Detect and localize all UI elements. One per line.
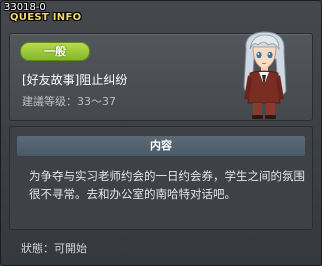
title-bar[interactable]: 33018-0 QUEST INFO — [1, 1, 321, 27]
recommended-level: 建議等级：33～37 — [22, 95, 116, 108]
window-title: QUEST INFO — [10, 12, 82, 23]
category-badge: 一般 — [20, 42, 90, 61]
quest-description: 为争夺与实习老师约会的一日约会券，学生之间的氛围很不寻常。去和办公室的南哈特对话… — [29, 169, 305, 201]
quest-summary-panel: 一般 [好友故事]阻止纠纷 建議等级：33～37 — [9, 31, 313, 121]
content-panel: 内容 为争夺与实习老师约会的一日约会券，学生之间的氛围很不寻常。去和办公室的南哈… — [9, 126, 313, 230]
quest-name: [好友故事]阻止纠纷 — [22, 73, 128, 87]
npc-portrait-icon — [243, 31, 287, 119]
quest-status: 狀態：可開始 — [21, 242, 87, 255]
content-header: 内容 — [17, 136, 305, 156]
quest-info-window: 33018-0 QUEST INFO 一般 [好友故事]阻止纠纷 建議等级：33… — [0, 0, 322, 266]
